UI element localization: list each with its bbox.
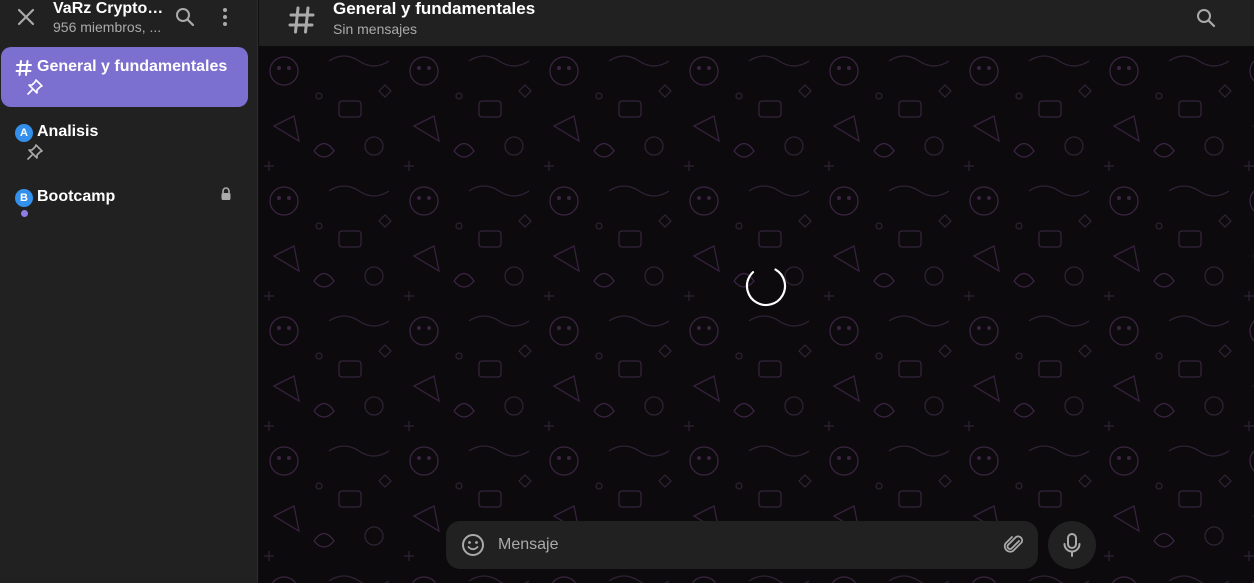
- topic-label: Bootcamp: [37, 188, 116, 205]
- chat-subtitle: Sin mensajes: [333, 21, 418, 37]
- search-icon: [1197, 9, 1216, 28]
- topic-label: General y fundamentales: [37, 58, 228, 75]
- microphone-button[interactable]: [1048, 521, 1096, 569]
- hash-icon: [15, 60, 32, 76]
- microphone-icon: [1063, 533, 1081, 557]
- more-vertical-icon: [223, 8, 227, 26]
- search-icon: [176, 8, 195, 27]
- close-button[interactable]: [12, 3, 40, 31]
- chat-background: [259, 46, 1254, 583]
- close-icon: [17, 8, 35, 26]
- group-title: VaRz Crypto ...: [53, 0, 165, 17]
- sidebar-more-button[interactable]: [214, 4, 236, 30]
- group-subtitle: 956 miembros, ...: [53, 19, 162, 35]
- topic-badge-a: A: [15, 124, 33, 142]
- lock-icon: [221, 187, 231, 200]
- chat-search-button[interactable]: [1193, 5, 1219, 31]
- unread-dot: [21, 210, 28, 217]
- doodle-pattern: [259, 46, 1254, 583]
- pin-icon: [27, 79, 43, 95]
- sidebar-header: VaRz Crypto ... 956 miembros, ...: [0, 0, 258, 46]
- hash-icon: [287, 2, 317, 36]
- topic-label: Analisis: [37, 123, 99, 140]
- message-composer: [446, 521, 1038, 569]
- topic-item-general[interactable]: General y fundamentales: [1, 47, 248, 107]
- sidebar-search-button[interactable]: [172, 4, 198, 30]
- loading-spinner: [745, 265, 787, 307]
- sidebar: VaRz Crypto ... 956 miembros, ... Genera…: [0, 0, 258, 583]
- emoji-icon[interactable]: [460, 532, 486, 558]
- pin-icon: [27, 144, 43, 160]
- attach-icon[interactable]: [1001, 532, 1027, 558]
- topic-item-analisis[interactable]: A Analisis: [1, 112, 248, 172]
- topic-badge-b: B: [15, 189, 33, 207]
- chat-panel: General y fundamentales Sin mensajes: [259, 0, 1254, 583]
- chat-header[interactable]: General y fundamentales Sin mensajes: [259, 0, 1254, 46]
- chat-title: General y fundamentales: [333, 0, 536, 18]
- topic-item-bootcamp[interactable]: B Bootcamp: [1, 177, 248, 237]
- message-input[interactable]: [498, 529, 988, 561]
